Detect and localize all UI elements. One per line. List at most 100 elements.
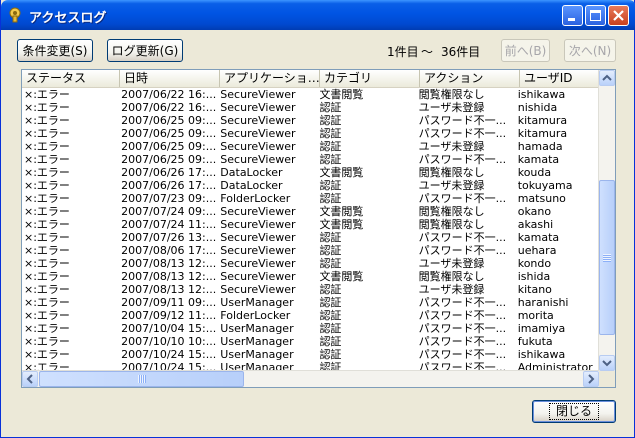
cell-action: 閲覧権限なし [418,270,485,283]
table-row[interactable]: ×:エラー 2007/10/04 15:... UserManager 認証 パスワード… [22,322,602,335]
cell-application: UserManager [220,296,294,309]
cell-action: 閲覧権限なし [418,88,485,101]
cell-user-id: kamata [517,153,560,166]
cell-application: SecureViewer [220,140,296,153]
cell-user-id: uehara [517,244,557,257]
cell-application: UserManager [220,322,294,335]
cell-action: パスワード不一... [418,296,507,309]
column-header-action[interactable]: アクション [420,70,520,87]
vertical-scrollbar[interactable] [598,70,615,371]
table-row[interactable]: ×:エラー 2007/08/06 17:... SecureViewer 認証 パスワー… [22,244,602,257]
cell-user-id: ishikawa [517,88,566,101]
vertical-scroll-thumb[interactable] [599,180,615,335]
close-button[interactable]: 閉じる [532,400,616,423]
table-row[interactable]: ×:エラー 2007/08/13 12:... SecureViewer 文書閲覧 閲覧… [22,270,602,283]
column-header-application[interactable]: アプリケーショ… [220,70,320,87]
cell-datetime: 2007/09/12 11:... [121,309,217,322]
scroll-right-button[interactable] [583,371,599,387]
cell-application: UserManager [220,335,294,348]
cell-category: 文書閲覧 [319,205,364,218]
cell-application: SecureViewer [220,270,296,283]
cell-status: ×:エラー [24,231,70,244]
cell-datetime: 2007/10/24 15:... [121,348,217,361]
next-page-button[interactable]: 次へ(N) [564,39,616,62]
close-window-button[interactable] [608,5,629,26]
cell-status: ×:エラー [24,270,70,283]
cell-user-id: ishida [517,270,551,283]
cell-datetime: 2007/06/25 09:... [121,127,217,140]
cell-action: パスワード不一... [418,244,507,257]
cell-status: ×:エラー [24,322,70,335]
cell-action: パスワード不一... [418,335,507,348]
cell-action: パスワード不一... [418,348,507,361]
cell-application: SecureViewer [220,231,296,244]
table-row[interactable]: ×:エラー 2007/06/26 17:... DataLocker 認証 ユーザ未登録… [22,179,602,192]
next-page-label: 次へ(N) [568,44,612,58]
table-row[interactable]: ×:エラー 2007/08/13 12:... SecureViewer 認証 ユーザ未… [22,257,602,270]
cell-action: ユーザ未登録 [418,283,485,296]
range-end: 36件目 [441,45,481,59]
maximize-button[interactable] [585,5,606,26]
change-filter-button[interactable]: 条件変更(S) [17,39,93,62]
table-row[interactable]: ×:エラー 2007/09/11 09:... UserManager 認証 パスワード… [22,296,602,309]
cell-action: パスワード不一... [418,153,507,166]
table-row[interactable]: ×:エラー 2007/06/25 09:... SecureViewer 認証 ユーザ未… [22,140,602,153]
cell-category: 認証 [319,296,342,309]
cell-application: SecureViewer [220,283,296,296]
column-header-user-id[interactable]: ユーザID [520,70,607,87]
table-row[interactable]: ×:エラー 2007/06/22 16:... SecureViewer 認証 ユーザ未… [22,101,602,114]
key-lock-icon [7,7,23,23]
cell-datetime: 2007/08/13 12:... [121,257,217,270]
table-row[interactable]: ×:エラー 2007/06/25 09:... SecureViewer 認証 パスワー… [22,153,602,166]
cell-application: SecureViewer [220,218,296,231]
cell-application: SecureViewer [220,257,296,270]
cell-user-id: kitano [517,283,552,296]
cell-application: SecureViewer [220,153,296,166]
table-row[interactable]: ×:エラー 2007/07/24 11:... SecureViewer 文書閲覧 閲覧… [22,218,602,231]
horizontal-scrollbar[interactable] [22,370,599,387]
column-header-status[interactable]: ステータス [22,70,120,87]
table-row[interactable]: ×:エラー 2007/06/25 09:... SecureViewer 認証 パスワー… [22,127,602,140]
cell-user-id: fukuta [517,335,553,348]
table-row[interactable]: ×:エラー 2007/10/24 15:... UserManager 認証 パスワード… [22,348,602,361]
cell-status: ×:エラー [24,101,70,114]
table-row[interactable]: ×:エラー 2007/06/25 09:... SecureViewer 認証 パスワー… [22,114,602,127]
prev-page-button[interactable]: 前へ(B) [501,39,550,62]
horizontal-scroll-thumb[interactable] [39,371,244,387]
table-row[interactable]: ×:エラー 2007/09/12 11:... FolderLocker 認証 パスワー… [22,309,602,322]
cell-user-id: hamada [517,140,563,153]
cell-status: ×:エラー [24,244,70,257]
table-row[interactable]: ×:エラー 2007/07/24 09:... SecureViewer 文書閲覧 閲覧… [22,205,602,218]
scroll-left-button[interactable] [22,371,38,387]
table-row[interactable]: ×:エラー 2007/07/23 09:... FolderLocker 認証 パスワー… [22,192,602,205]
table-row[interactable]: ×:エラー 2007/08/13 12:... SecureViewer 認証 ユーザ未… [22,283,602,296]
cell-datetime: 2007/07/26 13:... [121,231,217,244]
column-header-category[interactable]: カテゴリ [320,70,420,87]
table-row[interactable]: ×:エラー 2007/06/22 16:... SecureViewer 文書閲覧 閲覧… [22,88,602,101]
scroll-up-button[interactable] [599,70,615,86]
cell-category: 認証 [319,283,342,296]
table-row[interactable]: ×:エラー 2007/06/26 17:... DataLocker 文書閲覧 閲覧権限… [22,166,602,179]
cell-status: ×:エラー [24,179,70,192]
cell-datetime: 2007/06/25 09:... [121,153,217,166]
table-row[interactable]: ×:エラー 2007/07/26 13:... SecureViewer 認証 パスワー… [22,231,602,244]
log-list[interactable]: ステータス 日時 アプリケーショ… カテゴリ アクション ユーザID ×:エラー… [21,69,616,388]
cell-status: ×:エラー [24,205,70,218]
title-bar[interactable]: アクセスログ [1,0,635,30]
minimize-button[interactable] [562,5,583,26]
cell-status: ×:エラー [24,335,70,348]
cell-action: ユーザ未登録 [418,101,485,114]
column-header-datetime[interactable]: 日時 [120,70,220,87]
cell-user-id: ishikawa [517,348,566,361]
cell-category: 認証 [319,101,342,114]
cell-user-id: kitamura [517,127,568,140]
maximize-icon [590,10,601,21]
list-header: ステータス 日時 アプリケーショ… カテゴリ アクション ユーザID [22,70,607,88]
refresh-log-button[interactable]: ログ更新(G) [107,39,183,62]
table-row[interactable]: ×:エラー 2007/10/10 10:... UserManager 認証 パスワード… [22,335,602,348]
cell-status: ×:エラー [24,127,70,140]
cell-action: パスワード不一... [418,192,507,205]
scroll-down-button[interactable] [599,355,615,371]
cell-category: 認証 [319,140,342,153]
cell-datetime: 2007/09/11 09:... [121,296,217,309]
